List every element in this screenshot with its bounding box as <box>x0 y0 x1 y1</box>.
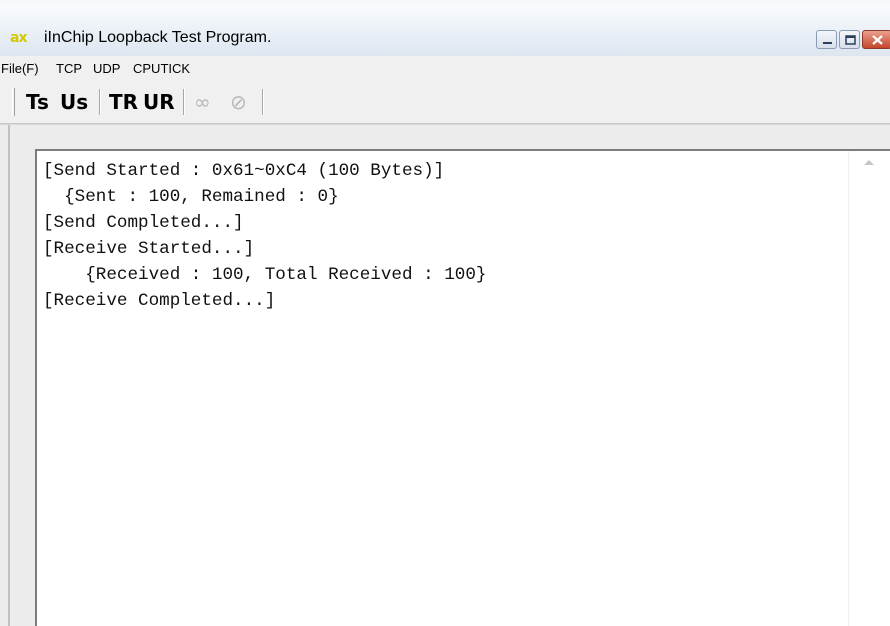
toolbar-grip[interactable] <box>12 88 15 116</box>
menu-udp[interactable]: UDP <box>93 61 120 77</box>
stop-icon[interactable]: ⊘ <box>230 90 247 114</box>
scroll-up-arrow-icon[interactable] <box>862 157 876 167</box>
log-line: {Sent : 100, Remained : 0} <box>43 187 339 207</box>
toolbar-separator <box>262 89 264 115</box>
left-frame <box>8 125 10 626</box>
menu-file[interactable]: File(F) <box>1 61 39 77</box>
minimize-button[interactable] <box>816 30 837 49</box>
client-area: [Send Started : 0x61~0xC4 (100 Bytes)] {… <box>0 124 890 626</box>
app-icon: ax <box>10 30 27 46</box>
toolbar: Ts Us TR UR ∞ ⊘ <box>0 82 890 124</box>
log-lines: [Send Started : 0x61~0xC4 (100 Bytes)] {… <box>43 158 486 314</box>
toolbar-separator <box>99 89 101 115</box>
log-line: [Receive Started...] <box>43 239 255 259</box>
log-output[interactable]: [Send Started : 0x61~0xC4 (100 Bytes)] {… <box>35 149 890 626</box>
title-bar: ax iInChip Loopback Test Program. <box>0 0 890 56</box>
close-button[interactable] <box>862 30 890 49</box>
tcp-receive-button[interactable]: TR <box>109 90 138 114</box>
tcp-send-button[interactable]: Ts <box>26 90 49 114</box>
log-line: [Send Started : 0x61~0xC4 (100 Bytes)] <box>43 161 445 181</box>
menu-bar: File(F) TCP UDP CPUTICK <box>0 56 890 82</box>
udp-receive-button[interactable]: UR <box>143 90 175 114</box>
log-line: [Receive Completed...] <box>43 291 276 311</box>
menu-cputick[interactable]: CPUTICK <box>133 61 190 77</box>
loop-icon[interactable]: ∞ <box>194 90 211 114</box>
maximize-icon <box>845 35 856 45</box>
udp-send-button[interactable]: Us <box>60 90 88 114</box>
minimize-icon <box>823 42 832 44</box>
window-title: iInChip Loopback Test Program. <box>44 29 272 46</box>
toolbar-separator <box>183 89 185 115</box>
vertical-scrollbar[interactable] <box>848 151 890 626</box>
log-line: {Received : 100, Total Received : 100} <box>43 265 487 285</box>
maximize-button[interactable] <box>839 30 860 49</box>
menu-tcp[interactable]: TCP <box>56 61 82 77</box>
close-icon <box>872 35 883 45</box>
log-line: [Send Completed...] <box>43 213 244 233</box>
